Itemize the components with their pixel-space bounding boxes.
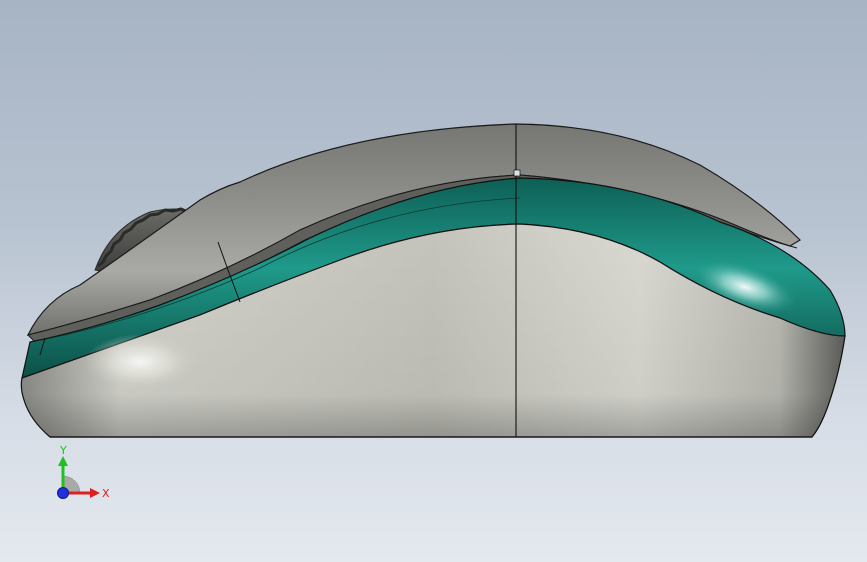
y-axis-label: Y <box>59 444 67 457</box>
mouse-model[interactable] <box>0 0 867 562</box>
coordinate-triad: Y X <box>48 438 118 508</box>
x-axis-label: X <box>102 487 110 500</box>
graphics-viewport[interactable]: Y X <box>0 0 867 562</box>
